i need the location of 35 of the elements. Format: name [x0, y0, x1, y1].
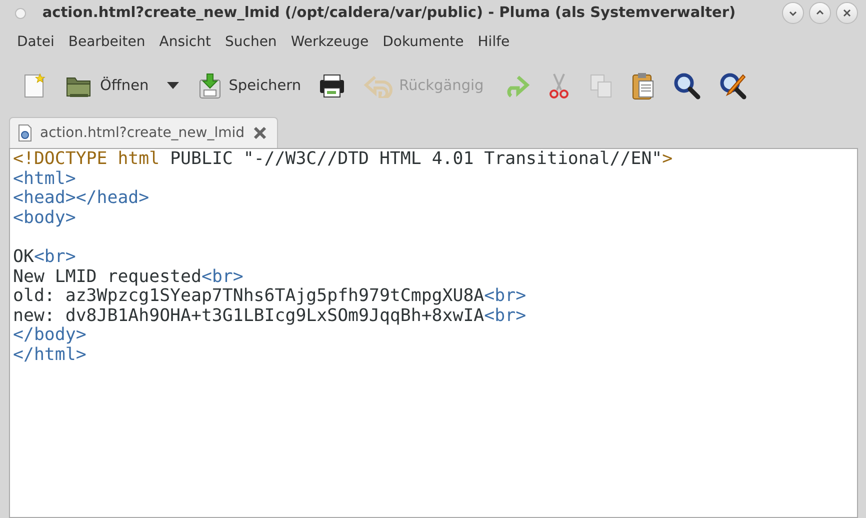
menu-item[interactable]: Werkzeuge [284, 34, 376, 50]
menu-item[interactable]: Bearbeiten [61, 34, 152, 50]
menu-item[interactable]: Hilfe [470, 34, 517, 50]
search-icon [672, 71, 702, 101]
caret-icon [166, 82, 179, 90]
code-line: <html> [13, 168, 76, 189]
close-icon [842, 8, 852, 18]
code-line: </html> [13, 344, 86, 365]
code-line: <head></head> [13, 188, 150, 208]
code-line: new: dv8JB1Ah9OHA+t3G1LBIcg9LxSOm9JqqBh+8xwIA<br> [13, 306, 526, 326]
document-tab[interactable]: action.html?create_new_lmid [9, 117, 278, 148]
code-line: <body> [13, 208, 76, 228]
document-icon [18, 124, 32, 142]
minimize-button[interactable] [782, 2, 804, 24]
open-button[interactable]: Öffnen [58, 68, 155, 104]
maximize-button[interactable] [809, 2, 831, 24]
menu-item[interactable]: Suchen [218, 34, 284, 50]
code-line: old: az3Wpzcg1SYeap7TNhs6TAjg5pfh979tCmpgXU8A<br> [13, 286, 526, 306]
save-button[interactable]: Speichern [190, 68, 308, 104]
undo-arrow-icon [363, 74, 394, 98]
search-pencil-icon [718, 71, 748, 101]
code-line: </body> [13, 325, 86, 346]
text-editor[interactable] [9, 148, 858, 518]
copy-icon [588, 72, 614, 100]
code-line: New LMID requested<br> [13, 266, 244, 287]
code-line: OK<br> [13, 246, 76, 267]
clipboard-icon [630, 71, 656, 101]
download-arrow-icon [196, 72, 223, 100]
window-title: action.html?create_new_lmid (/opt/caldera/var/public) - Pluma (als Systemverwalter) [41, 5, 737, 21]
menu-item[interactable]: Datei [10, 34, 62, 50]
menu-item[interactable]: Dokumente [376, 34, 471, 50]
code-line: <!DOCTYPE html PUBLIC "-//W3C//DTD HTML 4.01 Transitional//EN"> [13, 149, 673, 169]
close-button[interactable] [836, 2, 858, 24]
menu-item[interactable]: Ansicht [152, 34, 218, 50]
close-icon[interactable] [252, 126, 267, 140]
